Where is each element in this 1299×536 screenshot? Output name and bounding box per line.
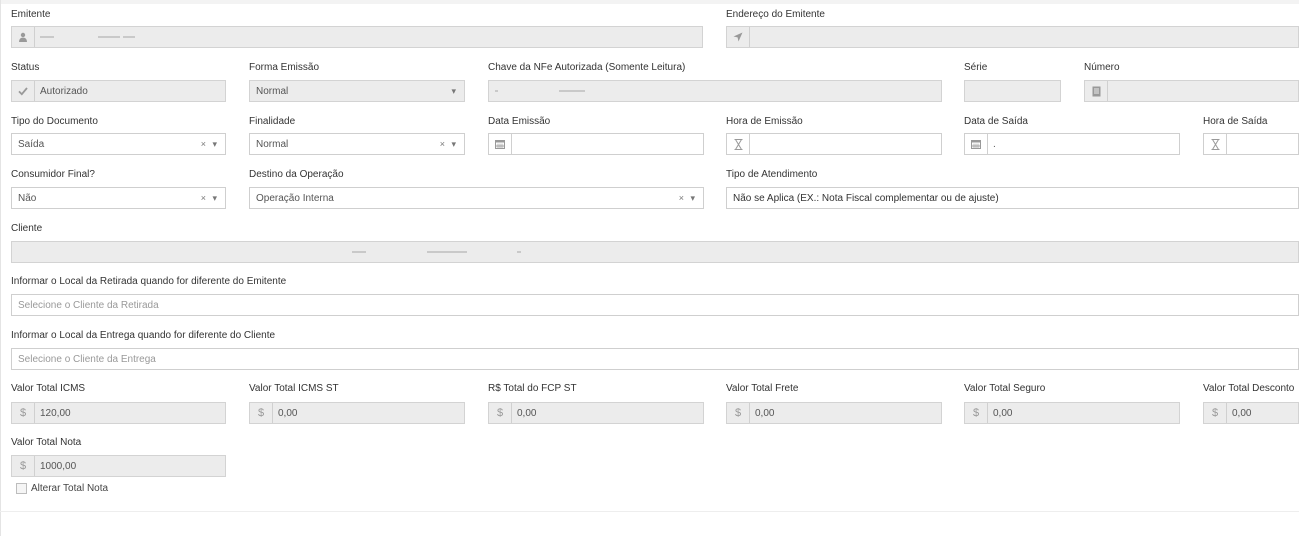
numero-field xyxy=(1084,80,1299,102)
hora-saida-input[interactable] xyxy=(1203,133,1299,155)
numero-label: Número xyxy=(1084,62,1120,73)
destino-operacao-value: Operação Interna xyxy=(256,193,334,204)
consumidor-final-value: Não xyxy=(18,193,37,204)
data-saida-label: Data de Saída xyxy=(964,116,1028,127)
data-saida-input[interactable]: . xyxy=(964,133,1180,155)
hora-emissao-label: Hora de Emissão xyxy=(726,116,803,127)
cliente-field[interactable] xyxy=(11,241,1299,263)
forma-emissao-select[interactable]: Normal ▾ xyxy=(249,80,465,102)
valor-nota-label: Valor Total Nota xyxy=(11,437,82,448)
tipo-documento-value: Saída xyxy=(18,139,45,150)
clear-and-dropdown-icon[interactable]: × ▾ xyxy=(440,139,458,150)
user-icon xyxy=(12,27,35,47)
cliente-redacted xyxy=(352,247,522,258)
dollar-icon: $ xyxy=(1204,403,1227,423)
valor-icms-st-label: Valor Total ICMS ST xyxy=(249,383,339,394)
chave-redacted xyxy=(495,86,586,97)
consumidor-final-select[interactable]: Não × ▾ xyxy=(11,187,226,209)
status-value: Autorizado xyxy=(40,86,88,97)
valor-icms-st-field: $ 0,00 xyxy=(249,402,465,424)
local-entrega-label: Informar o Local da Entrega quando for d… xyxy=(11,330,276,341)
data-saida-value: . xyxy=(993,139,996,150)
total-fcp-st-value: 0,00 xyxy=(517,408,537,419)
valor-icms-value: 120,00 xyxy=(40,408,71,419)
valor-frete-value: 0,00 xyxy=(755,408,775,419)
alterar-total-checkbox[interactable] xyxy=(16,483,27,494)
data-emissao-label: Data Emissão xyxy=(488,116,551,127)
serie-field xyxy=(964,80,1061,102)
destino-operacao-select[interactable]: Operação Interna × ▾ xyxy=(249,187,704,209)
clear-and-dropdown-icon[interactable]: × ▾ xyxy=(679,193,697,204)
clear-and-dropdown-icon[interactable]: × ▾ xyxy=(201,139,219,150)
bottom-divider xyxy=(0,511,1299,512)
valor-frete-field: $ 0,00 xyxy=(726,402,942,424)
nfe-form: Emitente Endereço do Emitente Status Aut… xyxy=(0,0,1299,536)
dollar-icon: $ xyxy=(727,403,750,423)
calendar-icon xyxy=(489,134,512,154)
tipo-atendimento-label: Tipo de Atendimento xyxy=(726,169,818,180)
dollar-icon: $ xyxy=(12,456,35,476)
document-icon xyxy=(1085,81,1108,101)
hourglass-icon xyxy=(727,134,750,154)
calendar-icon xyxy=(965,134,988,154)
forma-emissao-label: Forma Emissão xyxy=(249,62,320,73)
finalidade-select[interactable]: Normal × ▾ xyxy=(249,133,465,155)
emitente-field[interactable] xyxy=(11,26,703,48)
local-retirada-placeholder: Selecione o Cliente da Retirada xyxy=(18,300,159,311)
emitente-redacted xyxy=(40,32,136,43)
clear-and-dropdown-icon[interactable]: × ▾ xyxy=(201,193,219,204)
dollar-icon: $ xyxy=(250,403,273,423)
local-entrega-placeholder: Selecione o Cliente da Entrega xyxy=(18,354,156,365)
serie-label: Série xyxy=(964,62,988,73)
finalidade-label: Finalidade xyxy=(249,116,296,127)
tipo-documento-label: Tipo do Documento xyxy=(11,116,98,127)
hourglass-icon xyxy=(1204,134,1227,154)
valor-desconto-value: 0,00 xyxy=(1232,408,1252,419)
local-retirada-select[interactable]: Selecione o Cliente da Retirada xyxy=(11,294,1299,316)
top-border xyxy=(0,0,1299,4)
local-entrega-select[interactable]: Selecione o Cliente da Entrega xyxy=(11,348,1299,370)
check-icon xyxy=(12,81,35,101)
valor-seguro-label: Valor Total Seguro xyxy=(964,383,1046,394)
status-label: Status xyxy=(11,62,40,73)
cliente-label: Cliente xyxy=(11,223,43,234)
valor-frete-label: Valor Total Frete xyxy=(726,383,799,394)
tipo-atendimento-select[interactable]: Não se Aplica (EX.: Nota Fiscal compleme… xyxy=(726,187,1299,209)
status-field: Autorizado xyxy=(11,80,226,102)
tipo-documento-select[interactable]: Saída × ▾ xyxy=(11,133,226,155)
left-border xyxy=(0,0,1,536)
valor-desconto-label: Valor Total Desconto xyxy=(1203,383,1295,394)
consumidor-final-label: Consumidor Final? xyxy=(11,169,95,180)
total-fcp-st-label: R$ Total do FCP ST xyxy=(488,383,577,394)
emitente-label: Emitente xyxy=(11,9,51,20)
valor-icms-label: Valor Total ICMS xyxy=(11,383,86,394)
data-emissao-input[interactable] xyxy=(488,133,704,155)
alterar-total-label[interactable]: Alterar Total Nota xyxy=(31,483,108,494)
chave-field xyxy=(488,80,942,102)
valor-nota-value: 1000,00 xyxy=(40,461,77,472)
location-arrow-icon xyxy=(727,27,750,47)
local-retirada-label: Informar o Local da Retirada quando for … xyxy=(11,276,287,287)
dollar-icon: $ xyxy=(12,403,35,423)
valor-seguro-value: 0,00 xyxy=(993,408,1013,419)
chave-label: Chave da NFe Autorizada (Somente Leitura… xyxy=(488,62,686,73)
dollar-icon: $ xyxy=(965,403,988,423)
endereco-field[interactable] xyxy=(726,26,1299,48)
hora-emissao-input[interactable] xyxy=(726,133,942,155)
valor-icms-field: $ 120,00 xyxy=(11,402,226,424)
tipo-atendimento-value: Não se Aplica (EX.: Nota Fiscal compleme… xyxy=(733,193,999,204)
total-fcp-st-field: $ 0,00 xyxy=(488,402,704,424)
chevron-down-icon: ▾ xyxy=(451,86,458,96)
endereco-label: Endereço do Emitente xyxy=(726,9,825,20)
hora-saida-label: Hora de Saída xyxy=(1203,116,1268,127)
forma-emissao-value: Normal xyxy=(256,86,289,97)
valor-nota-field: $ 1000,00 xyxy=(11,455,226,477)
valor-seguro-field: $ 0,00 xyxy=(964,402,1180,424)
finalidade-value: Normal xyxy=(256,139,289,150)
dollar-icon: $ xyxy=(489,403,512,423)
valor-icms-st-value: 0,00 xyxy=(278,408,298,419)
valor-desconto-field: $ 0,00 xyxy=(1203,402,1299,424)
destino-operacao-label: Destino da Operação xyxy=(249,169,344,180)
